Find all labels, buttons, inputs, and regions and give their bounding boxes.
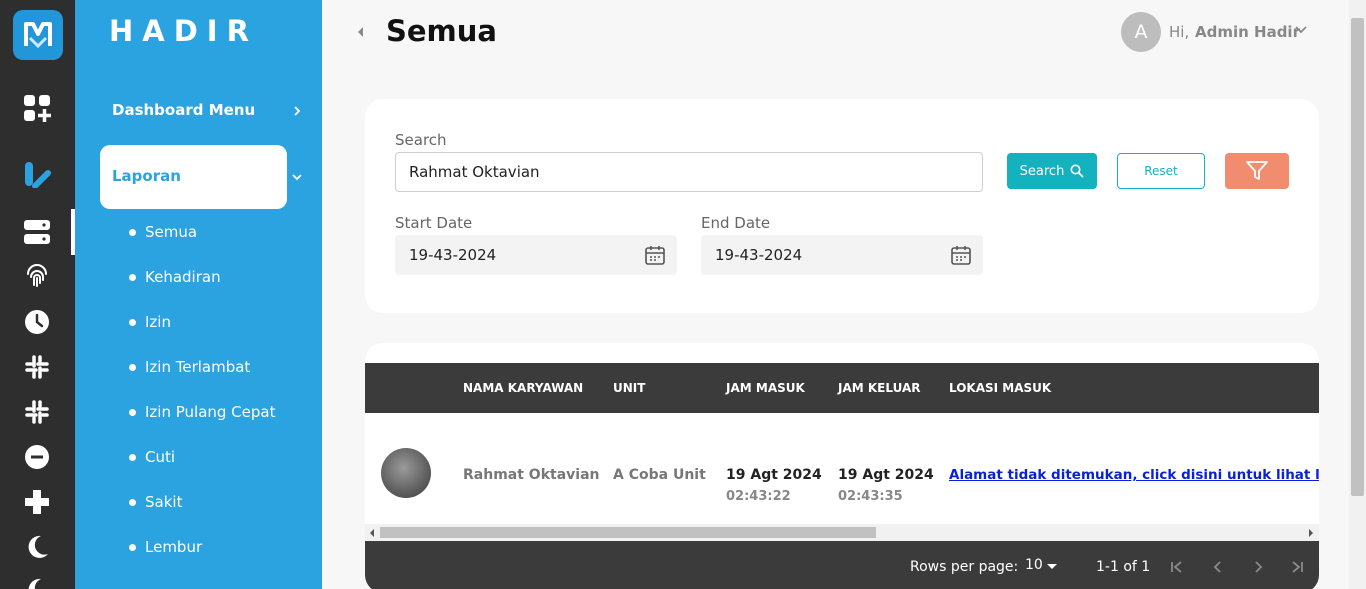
plus-icon[interactable] [22,487,52,517]
app-logo-icon[interactable] [13,10,63,60]
next-page-icon[interactable] [1250,559,1266,575]
greeting-text: Hi, [1169,23,1190,41]
slack-icon[interactable] [22,352,52,382]
pagination-range: 1-1 of 1 [1096,559,1151,575]
sidebar-item-laporan[interactable]: Laporan [100,145,287,209]
moon-alt-icon[interactable] [22,575,52,589]
rows-per-page-label: Rows per page: [910,559,1019,575]
sidebar-subitem-label: Izin Pulang Cepat [145,403,276,421]
scroll-left-arrow-icon[interactable] [370,529,374,537]
start-date-value: 19-43-2024 [409,246,497,264]
rows-per-page-dropdown-icon[interactable] [1046,563,1058,571]
cell-out-time: 02:43:35 [838,489,903,504]
sidebar-subitem-izin-pulang-cepat[interactable]: Izin Pulang Cepat [129,403,275,421]
horizontal-scrollbar[interactable] [365,524,1319,541]
sidebar-subitem-label: Kehadiran [145,268,221,286]
attendance-table: NAMA KARYAWAN UNIT JAM MASUK JAM KELUAR … [365,343,1319,589]
sidebar-item-dashboard-menu[interactable]: Dashboard Menu [112,101,255,119]
search-input[interactable] [395,152,983,192]
search-label: Search [395,131,447,149]
horizontal-scrollbar-thumb[interactable] [380,527,876,538]
sidebar-subitem-izin[interactable]: Izin [129,313,171,331]
sidebar-subitem-label: Izin Terlambat [145,358,251,376]
sidebar-subitem-label: Cuti [145,448,176,466]
fingerprint-icon[interactable] [22,261,52,291]
sidebar-subitem-sakit[interactable]: Sakit [129,493,182,511]
filter-icon [1246,161,1268,180]
sidebar-subitem-semua[interactable]: Semua [129,223,197,241]
start-date-field[interactable]: 19-43-2024 [395,235,677,275]
sidebar: HADIR Dashboard Menu Laporan Semua Kehad… [75,0,322,589]
minus-circle-icon[interactable] [22,442,52,472]
table-pagination: Rows per page: 10 1-1 of 1 [365,541,1319,589]
page-scrollbar[interactable] [1349,0,1366,589]
search-icon [1070,164,1084,178]
sidebar-subitem-label: Izin [145,313,171,331]
cell-in-time: 02:43:22 [726,489,791,504]
scroll-right-arrow-icon[interactable] [1309,529,1313,537]
page-scrollbar-thumb[interactable] [1351,18,1364,496]
slack-alt-icon[interactable] [22,397,52,427]
dashboard-add-icon[interactable] [22,93,52,123]
sidebar-subitem-izin-terlambat[interactable]: Izin Terlambat [129,358,250,376]
column-header-lokasi-masuk[interactable]: LOKASI MASUK [949,381,1051,395]
cell-unit: A Coba Unit [613,467,706,483]
report-icon[interactable] [22,159,52,189]
sidebar-collapse-icon[interactable] [358,27,363,37]
table-header: NAMA KARYAWAN UNIT JAM MASUK JAM KELUAR … [365,363,1319,413]
chevron-down-icon [292,174,302,181]
user-name[interactable]: Admin Hadir [1195,23,1300,41]
sidebar-subitem-label: Semua [145,223,198,241]
clock-icon[interactable] [22,307,52,337]
moon-icon[interactable] [22,532,52,562]
column-header-jam-keluar[interactable]: JAM KELUAR [838,381,921,395]
calendar-icon[interactable] [644,244,666,266]
employee-photo[interactable] [381,448,431,498]
chevron-right-icon [294,106,301,116]
sidebar-item-laporan-label: Laporan [112,167,181,185]
last-page-icon[interactable] [1289,559,1305,575]
cell-out-date: 19 Agt 2024 [838,467,934,483]
reset-button[interactable]: Reset [1117,153,1205,189]
location-link[interactable]: Alamat tidak ditemukan, click disini unt… [949,467,1319,483]
rows-per-page-select[interactable]: 10 [1025,557,1043,573]
previous-page-icon[interactable] [1210,559,1226,575]
column-header-jam-masuk[interactable]: JAM MASUK [726,381,805,395]
column-header-unit[interactable]: UNIT [613,381,645,395]
sidebar-subitem-label: Lembur [145,538,203,556]
search-button[interactable]: Search [1007,153,1097,189]
sidebar-subitem-lembur[interactable]: Lembur [129,538,202,556]
cell-employee-name: Rahmat Oktavian [463,467,600,483]
filter-card [365,99,1319,313]
avatar[interactable]: A [1121,12,1161,52]
page-title: Semua [386,14,497,48]
icon-rail [0,0,75,589]
end-date-field[interactable]: 19-43-2024 [701,235,983,275]
end-date-value: 19-43-2024 [715,246,803,264]
first-page-icon[interactable] [1169,559,1185,575]
start-date-label: Start Date [395,214,473,232]
sidebar-subitem-kehadiran[interactable]: Kehadiran [129,268,221,286]
sidebar-subitem-cuti[interactable]: Cuti [129,448,175,466]
search-button-label: Search [1019,163,1065,179]
brand-logo: HADIR [109,14,258,48]
column-header-nama[interactable]: NAMA KARYAWAN [463,381,583,395]
sidebar-subitem-label: Sakit [145,493,183,511]
server-icon[interactable] [22,217,52,247]
user-menu-chevron-icon[interactable] [1294,24,1308,36]
cell-in-date: 19 Agt 2024 [726,467,822,483]
filter-button[interactable] [1225,153,1289,189]
end-date-label: End Date [701,214,771,232]
calendar-icon[interactable] [950,244,972,266]
